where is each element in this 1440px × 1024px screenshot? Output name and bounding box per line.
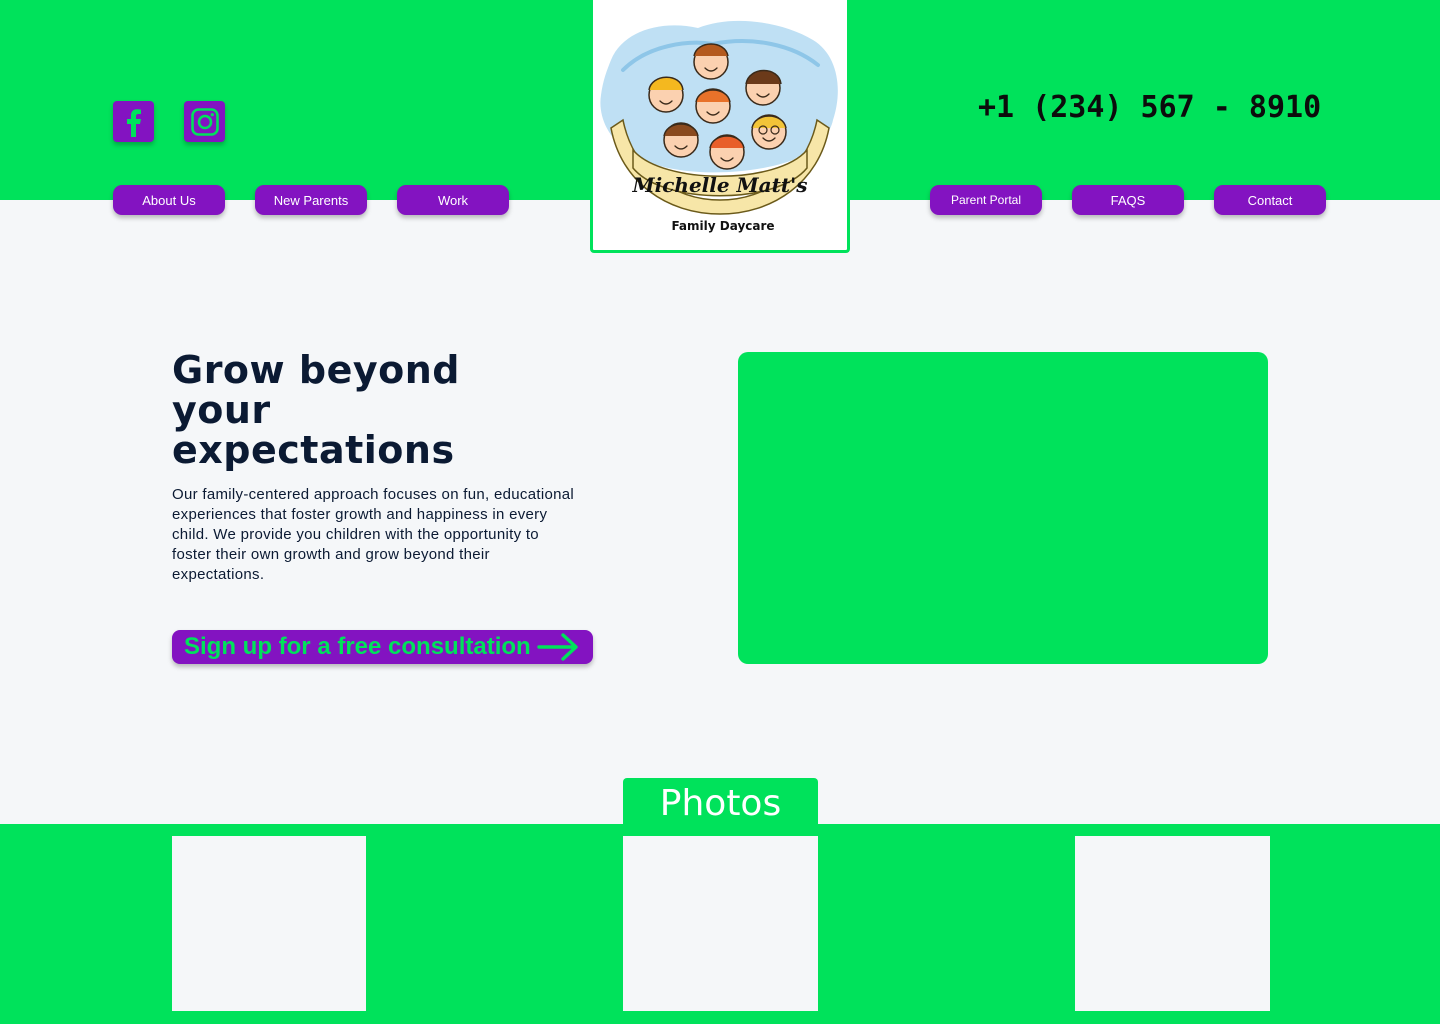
kids-illustration-logo: Michelle Matt's Family Daycare bbox=[600, 20, 838, 233]
instagram-icon bbox=[190, 107, 219, 136]
free-consultation-button[interactable]: Sign up for a free consultation bbox=[172, 630, 593, 664]
nav-parent-portal-button[interactable]: Parent Portal bbox=[930, 185, 1042, 215]
hero-description: Our family-centered approach focuses on … bbox=[172, 486, 575, 583]
site-logo[interactable]: Michelle Matt's Family Daycare bbox=[590, 0, 850, 253]
photos-heading-tab: Photos bbox=[623, 778, 818, 828]
instagram-link[interactable] bbox=[184, 101, 225, 142]
hero-title: Grow beyond your expectations bbox=[172, 348, 460, 472]
nav-work-button[interactable]: Work bbox=[397, 185, 509, 215]
photo-placeholder[interactable] bbox=[623, 836, 818, 1011]
photos-title: Photos bbox=[659, 782, 782, 824]
cta-label: Sign up for a free consultation bbox=[184, 633, 531, 660]
nav-about-us-button[interactable]: About Us bbox=[113, 185, 225, 215]
photo-placeholder[interactable] bbox=[172, 836, 366, 1011]
nav-new-parents-button[interactable]: New Parents bbox=[255, 185, 367, 215]
phone-number[interactable]: +1 (234) 567 - 8910 bbox=[978, 90, 1321, 125]
arrow-right-icon bbox=[536, 632, 579, 662]
logo-name-text: Michelle Matt's bbox=[631, 173, 807, 197]
logo-subtitle-text: Family Daycare bbox=[671, 219, 774, 233]
photo-placeholder[interactable] bbox=[1075, 836, 1270, 1011]
nav-contact-button[interactable]: Contact bbox=[1214, 185, 1326, 215]
hero-media-placeholder bbox=[738, 352, 1268, 664]
facebook-link[interactable] bbox=[113, 101, 154, 142]
nav-faqs-button[interactable]: FAQS bbox=[1072, 185, 1184, 215]
facebook-icon bbox=[126, 108, 141, 137]
